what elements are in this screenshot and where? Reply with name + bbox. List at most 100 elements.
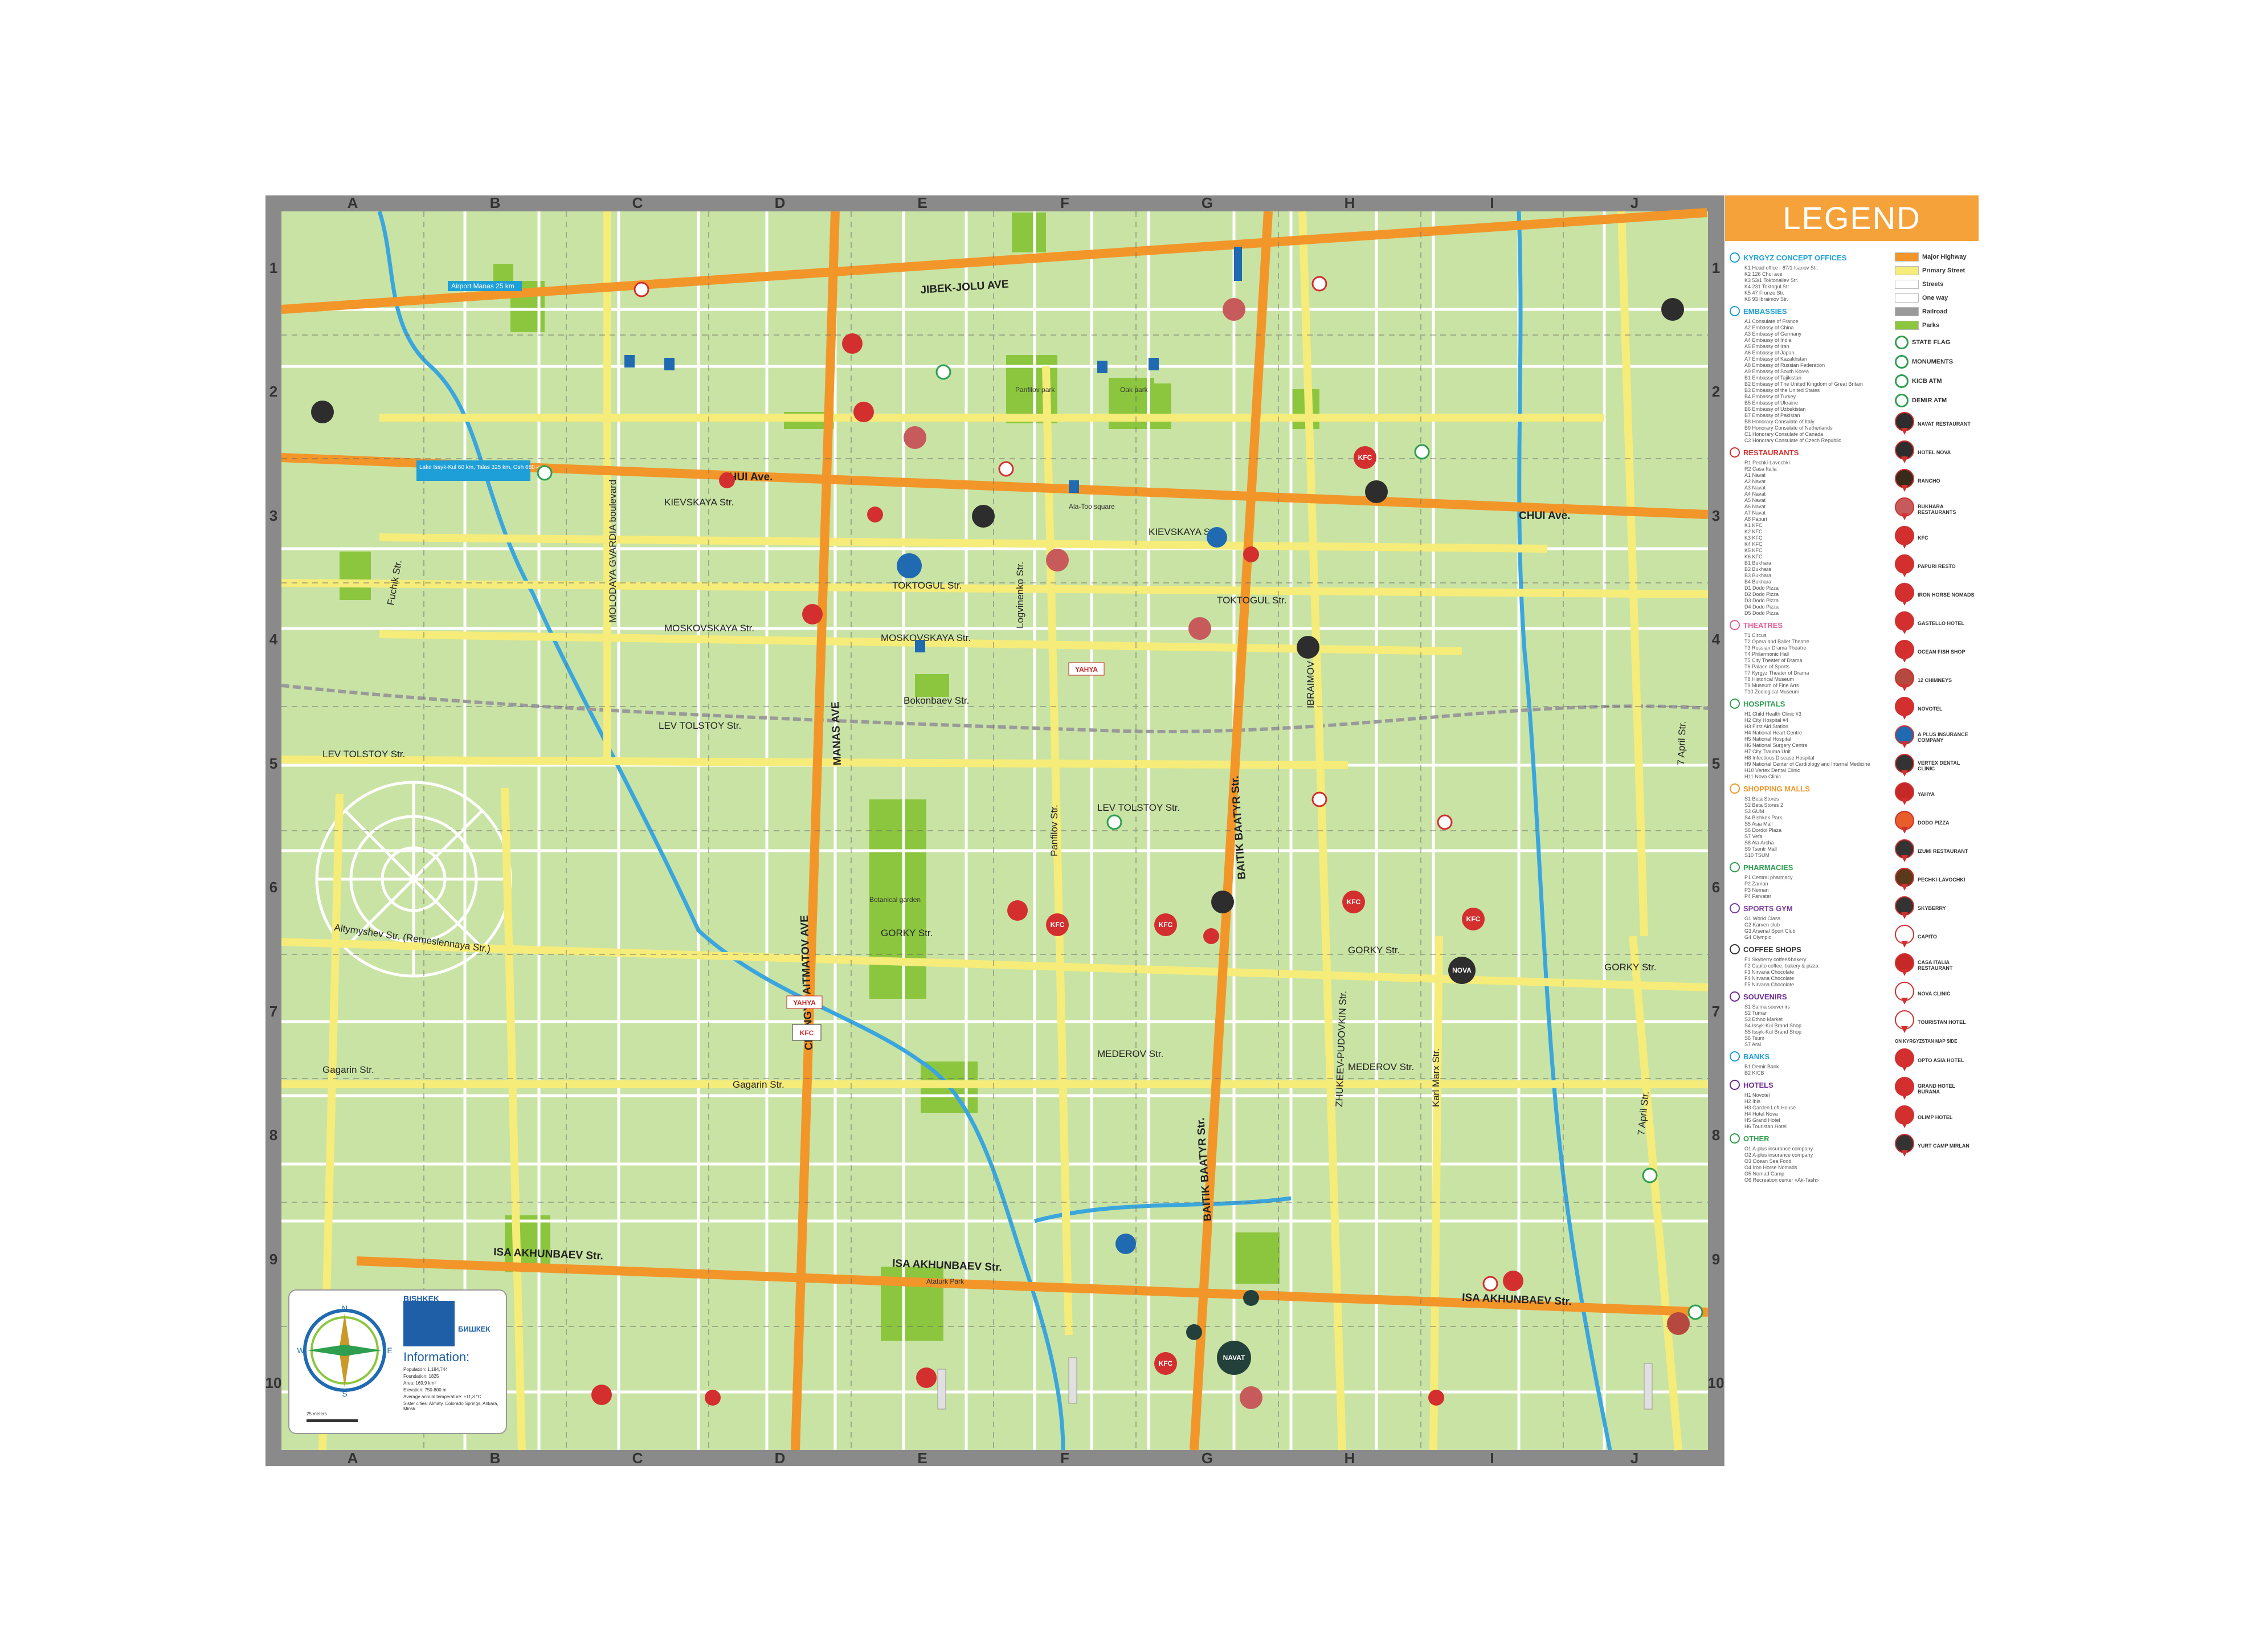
bukhara-icon[interactable] — [1223, 298, 1245, 321]
bukhara-icon[interactable] — [1188, 617, 1211, 640]
restaurant-pin-icon[interactable] — [916, 1367, 937, 1388]
navat-pin-icon[interactable] — [972, 505, 995, 528]
restaurant-pin-icon[interactable] — [591, 1385, 612, 1405]
navat-pin-icon[interactable] — [1365, 480, 1388, 503]
demir-atm-icon[interactable] — [1311, 276, 1327, 292]
legend-symbol-key: MONUMENTS — [1895, 355, 1975, 369]
monument-icon[interactable] — [624, 355, 635, 368]
legend-item: A2 Navat — [1744, 479, 1766, 484]
kfc-marker[interactable]: KFC — [1154, 913, 1177, 936]
a-plus-icon[interactable] — [1115, 1234, 1136, 1254]
dodo-pizza-icon[interactable] — [1243, 546, 1259, 562]
bukhara-icon[interactable] — [904, 426, 926, 449]
kicb-atm-icon[interactable] — [537, 465, 553, 481]
restaurant-pin-icon[interactable] — [1503, 1271, 1523, 1291]
papuri-icon[interactable] — [853, 402, 874, 422]
kfc-marker[interactable]: KFC — [1154, 1352, 1177, 1375]
brand-pin-icon — [1895, 953, 1914, 977]
legend-item: O6 Recreation center «Ak-Tash» — [1744, 1177, 1819, 1183]
legend-brand: RANCHO — [1895, 469, 1975, 493]
demir-atm-icon[interactable] — [998, 461, 1014, 477]
restaurant-pin-icon[interactable] — [802, 604, 823, 624]
legend-item: S5 Issyk-Kul Brand Shop — [1744, 1029, 1802, 1035]
col-label: F — [1060, 195, 1069, 211]
demir-atm-icon[interactable] — [1437, 814, 1453, 830]
row-label: 4 — [269, 631, 278, 648]
col-label: C — [632, 195, 643, 211]
yahya-marker[interactable]: YAHYA — [1068, 662, 1105, 676]
row-label: 9 — [1712, 1251, 1720, 1268]
navat-pin-icon[interactable] — [1297, 636, 1319, 659]
brand-pin-icon — [1895, 497, 1914, 521]
legend-brand-label: GRAND HOTEL BURANA — [1918, 1083, 1955, 1095]
dodo-pizza-icon[interactable] — [705, 1390, 721, 1406]
legend-item: T1 Circus — [1744, 632, 1767, 638]
dodo-pizza-icon[interactable] — [1203, 928, 1219, 944]
brand-pin-icon — [1895, 782, 1914, 806]
legend-item: S3 Ethno Market — [1744, 1016, 1783, 1022]
city-map[interactable]: A B C D E F G H I J A B C D E F G H I J … — [265, 195, 1724, 1466]
kfc-marker[interactable]: KFC — [1046, 913, 1069, 936]
demir-atm-icon[interactable] — [1482, 1276, 1498, 1292]
legend-brand: GRAND HOTEL BURANA — [1895, 1077, 1975, 1101]
compass-w: W — [297, 1346, 305, 1355]
kicb-atm-icon[interactable] — [935, 364, 951, 380]
yahya-marker[interactable]: YAHYA — [786, 995, 823, 1009]
kicb-atm-icon[interactable] — [1687, 1304, 1703, 1320]
legend-item: B4 Bukhara — [1744, 579, 1772, 585]
kfc-marker[interactable]: KFC — [792, 1024, 822, 1041]
kicb-atm-icon[interactable] — [1414, 444, 1430, 460]
a-plus-icon[interactable] — [1207, 527, 1227, 548]
legend-item: T10 Zoological Museum — [1744, 689, 1800, 695]
kyrgyz-concept-icon[interactable] — [897, 553, 922, 578]
legend-item: K4 231 Toktogul Str. — [1744, 284, 1791, 289]
info-line: Area: 169,9 km² — [403, 1381, 436, 1386]
restaurant-pin-icon[interactable] — [1007, 900, 1028, 921]
papuri-icon[interactable] — [842, 333, 863, 354]
col-label: C — [632, 1450, 643, 1466]
demir-atm-icon[interactable] — [634, 281, 649, 297]
demir-atm-icon[interactable] — [1311, 791, 1327, 807]
row-label: 2 — [1712, 383, 1720, 400]
kfc-marker[interactable]: KFC — [1342, 891, 1365, 913]
legend-symbol-label: MONUMENTS — [1912, 358, 1954, 365]
nova-marker[interactable]: NOVA — [1448, 957, 1476, 984]
navat-marker[interactable]: NAVAT — [1217, 1341, 1251, 1375]
legend-category-items: A1 Consulate of France A2 Embassy of Chin… — [1730, 319, 1892, 444]
legend-item: P4 Farvater — [1744, 893, 1772, 899]
dodo-pizza-icon[interactable] — [719, 472, 735, 488]
legend-brand: HOTEL NOVA — [1895, 440, 1975, 464]
navat-pin-icon[interactable] — [1661, 298, 1684, 321]
col-label: J — [1630, 195, 1638, 211]
navat-big-icon[interactable] — [1186, 1324, 1202, 1340]
navat-big-icon[interactable] — [1243, 1290, 1259, 1306]
street-label-mederov-east: MEDEROV Str. — [1348, 1061, 1414, 1072]
legend-item: G4 Olympic — [1744, 934, 1772, 940]
kicb-atm-icon[interactable] — [1642, 1167, 1658, 1183]
legend-item: S10 TSUM — [1744, 852, 1770, 858]
navat-pin-icon[interactable] — [311, 401, 334, 423]
street-label-panfilov: Panfilov Str. — [1049, 805, 1060, 856]
dodo-pizza-icon[interactable] — [1428, 1390, 1444, 1406]
street-label-gagarin: Gagarin Str. — [733, 1079, 784, 1090]
legend-item: B2 Bukhara — [1744, 566, 1772, 572]
dodo-pizza-icon[interactable] — [867, 507, 883, 522]
kfc-marker[interactable]: KFC — [1462, 908, 1485, 930]
kfc-marker[interactable]: KFC — [1354, 446, 1376, 469]
legend-item: F3 Nirvana Chocolate — [1744, 969, 1795, 975]
legend-item: B5 Embassy of Ukraine — [1744, 400, 1799, 406]
monument-icon[interactable] — [664, 358, 675, 370]
legend-map-key-label: Primary Street — [1922, 267, 1965, 274]
bukhara-icon[interactable] — [1046, 549, 1069, 571]
kicb-atm-icon[interactable] — [1106, 814, 1122, 830]
monument-icon[interactable] — [915, 640, 925, 652]
legend-item: K5 47 Frunze Str. — [1744, 290, 1785, 296]
navat-pin-icon[interactable] — [1211, 891, 1234, 913]
bukhara-icon[interactable] — [1240, 1386, 1262, 1409]
monument-icon[interactable] — [1069, 480, 1079, 493]
monument-icon[interactable] — [1097, 361, 1108, 373]
legend-category-title: HOSPITALS — [1743, 699, 1785, 708]
monument-icon[interactable] — [1149, 358, 1159, 370]
twelve-chimneys-icon[interactable] — [1667, 1312, 1690, 1335]
legend-item: A1 Navat — [1744, 472, 1766, 478]
